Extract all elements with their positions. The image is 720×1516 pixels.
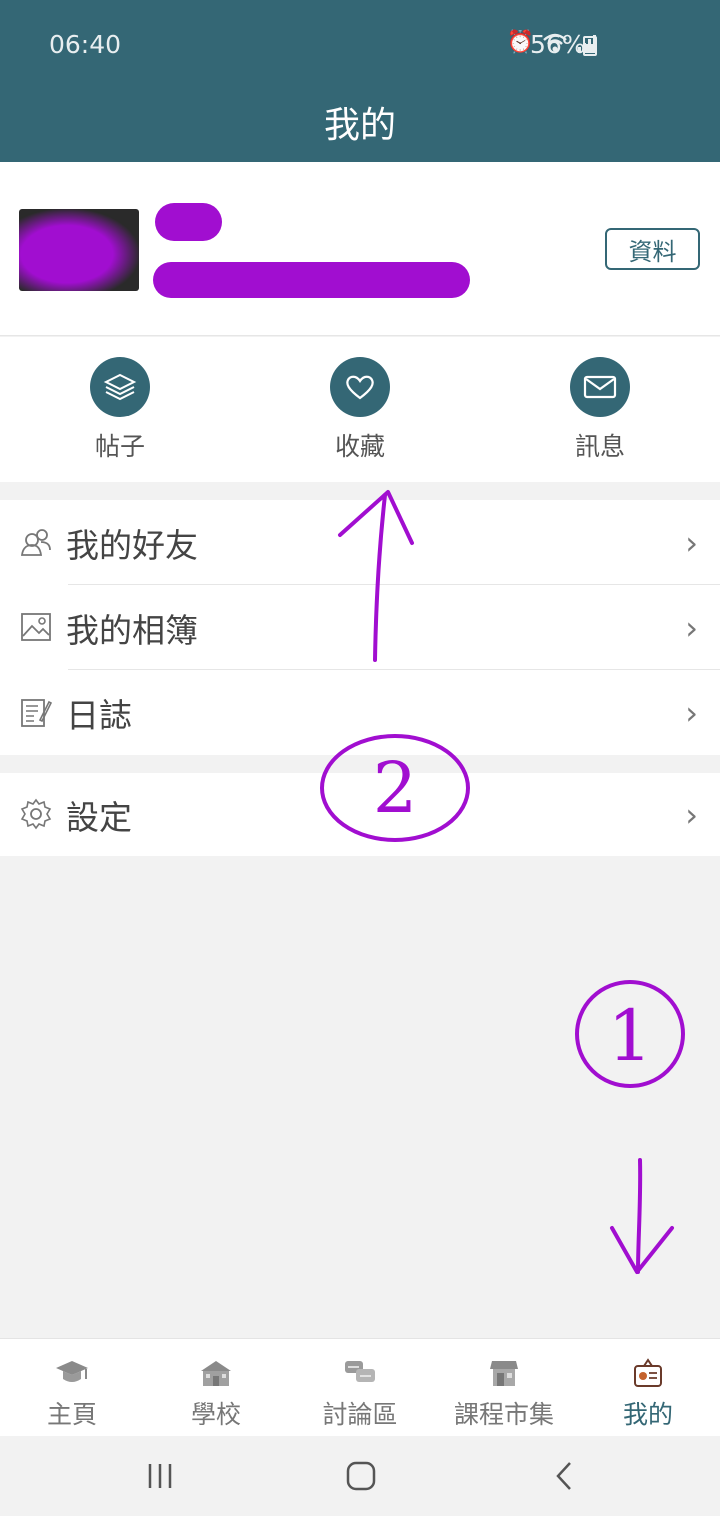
shortcut-label: 收藏 [334, 432, 385, 461]
layers-icon [90, 357, 150, 417]
profile-card: 資料 [0, 162, 720, 336]
friends-icon [20, 529, 51, 556]
menu-item-label: 設定 [66, 797, 132, 837]
shortcut-label: 訊息 [574, 432, 625, 461]
settings-list: 設定 › [0, 773, 720, 856]
shortcut-posts[interactable]: 帖子 [60, 357, 180, 463]
gear-icon [20, 798, 52, 830]
shortcut-favorites[interactable]: 收藏 [300, 357, 420, 463]
chevron-right-icon: › [685, 693, 698, 732]
chevron-right-icon: › [685, 795, 698, 834]
recent-apps-icon[interactable] [145, 1458, 175, 1494]
status-time: 06:40 [49, 30, 122, 59]
chevron-right-icon: › [685, 523, 698, 562]
tab-course-market[interactable]: 課程市集 [432, 1339, 576, 1437]
shortcut-label: 帖子 [94, 432, 145, 461]
menu-item-label: 我的好友 [66, 525, 198, 565]
tab-label: 我的 [622, 1400, 673, 1429]
mail-icon [570, 357, 630, 417]
page-title: 我的 [323, 105, 396, 146]
tab-home[interactable]: 主頁 [0, 1339, 144, 1437]
redacted-username [155, 203, 222, 241]
market-icon [490, 1361, 518, 1386]
album-icon [21, 613, 51, 641]
tab-my[interactable]: 我的 [576, 1339, 720, 1437]
graduation-cap-icon [56, 1361, 88, 1382]
menu-item-album[interactable]: 我的相簿 › [0, 585, 720, 670]
tab-school[interactable]: 學校 [144, 1339, 288, 1437]
tab-label: 課程市集 [453, 1400, 554, 1429]
menu-item-settings[interactable]: 設定 › [0, 773, 720, 856]
menu-item-label: 我的相簿 [66, 610, 198, 650]
shortcut-messages[interactable]: 訊息 [540, 357, 660, 463]
profile-info-button[interactable]: 資料 [605, 228, 700, 270]
discussion-icon [345, 1361, 375, 1382]
school-icon [201, 1361, 231, 1386]
annotation-number-one: 1 [608, 995, 653, 1077]
annotation-arrow-down [636, 1158, 643, 1274]
tab-label: 討論區 [322, 1400, 398, 1429]
tab-label: 主頁 [46, 1400, 97, 1429]
shortcut-bar: 帖子 收藏 訊息 [0, 337, 720, 482]
battery-icon [583, 36, 597, 56]
menu-item-label: 日誌 [66, 695, 132, 735]
home-icon[interactable] [345, 1458, 377, 1494]
battery-percent: 56% [530, 30, 586, 59]
menu-item-journal[interactable]: 日誌 › [0, 670, 720, 755]
journal-icon [21, 699, 52, 727]
redacted-details [153, 262, 470, 298]
bottom-nav: 主頁 學校 討論區 課程市集 我的 [0, 1338, 720, 1436]
app-header: 06:40 ⏰ 56% 我的 [0, 0, 720, 162]
heart-icon [330, 357, 390, 417]
tab-discussion[interactable]: 討論區 [288, 1339, 432, 1437]
annotation-arrowhead-down [610, 1226, 674, 1274]
annotation-circle-one [575, 980, 685, 1088]
tab-label: 學校 [190, 1400, 241, 1429]
back-icon[interactable] [552, 1458, 576, 1494]
chevron-right-icon: › [685, 608, 698, 647]
menu-item-friends[interactable]: 我的好友 › [0, 500, 720, 585]
profile-badge-icon [634, 1358, 662, 1387]
system-nav-bar [0, 1436, 720, 1516]
avatar[interactable] [19, 209, 139, 291]
menu-list: 我的好友 › 我的相簿 › 日誌 › [0, 500, 720, 755]
